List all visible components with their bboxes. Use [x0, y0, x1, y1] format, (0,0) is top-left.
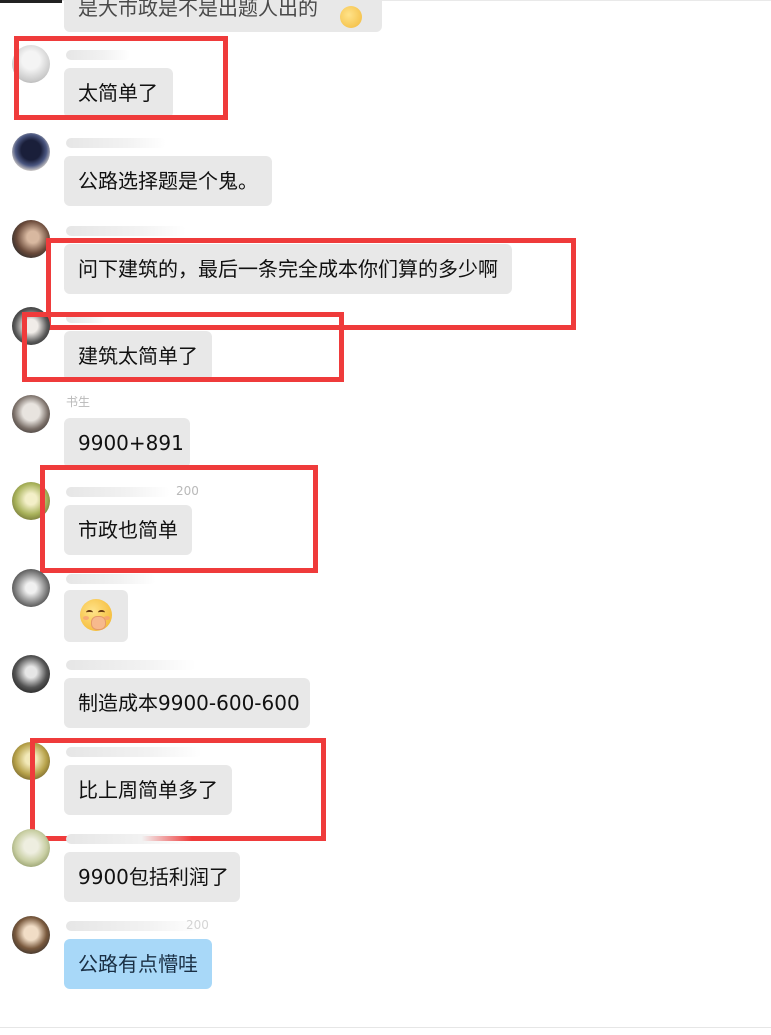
message-text: 公路有点懵哇: [78, 952, 198, 976]
message-text: 比上周简单多了: [78, 778, 218, 802]
message-bubble[interactable]: [64, 590, 128, 642]
message-text: 9900+891: [78, 431, 184, 455]
avatar[interactable]: [12, 220, 50, 258]
message-text-partial: 是大市政是不是出题人出的: [78, 0, 318, 20]
sender-name: [66, 830, 206, 846]
message-bubble[interactable]: 公路选择题是个鬼。: [64, 156, 272, 206]
top-tab-indicator: [0, 0, 62, 3]
message-text: 市政也简单: [78, 518, 178, 542]
message-bubble[interactable]: 9900+891: [64, 418, 190, 468]
laughing-emoji-icon: [340, 6, 362, 28]
avatar[interactable]: [12, 569, 50, 607]
message-text: 制造成本9900-600-600: [78, 691, 300, 715]
sender-name: [66, 46, 206, 62]
message-text: 建筑太简单了: [78, 344, 198, 368]
shushing-face-emoji-icon: [80, 599, 112, 631]
message-bubble[interactable]: 公路有点懵哇: [64, 939, 212, 989]
avatar[interactable]: [12, 45, 50, 83]
avatar[interactable]: [12, 482, 50, 520]
message-text: 问下建筑的，最后一条完全成本你们算的多少啊: [78, 257, 498, 281]
sender-name: [66, 134, 206, 150]
avatar[interactable]: [12, 307, 50, 345]
sender-name: 书生: [66, 394, 206, 410]
message-bubble[interactable]: 制造成本9900-600-600: [64, 678, 310, 728]
message-text: 9900包括利润了: [78, 865, 229, 889]
avatar[interactable]: [12, 133, 50, 171]
sender-name: [66, 570, 206, 586]
message-bubble[interactable]: 9900包括利润了: [64, 852, 240, 902]
avatar[interactable]: [12, 655, 50, 693]
avatar[interactable]: [12, 829, 50, 867]
bottom-divider: [0, 1027, 771, 1028]
message-bubble[interactable]: 太简单了: [64, 68, 173, 118]
sender-name-fragment: 200: [186, 918, 209, 932]
message-text: 太简单了: [78, 81, 158, 105]
sender-name: [66, 656, 206, 672]
avatar[interactable]: [12, 742, 50, 780]
sender-name: [66, 309, 206, 325]
sender-name-fragment: 书生: [66, 395, 91, 409]
avatar[interactable]: [12, 916, 50, 954]
sender-name: [66, 743, 206, 759]
sender-name: [66, 222, 206, 238]
sender-name: 200: [66, 917, 216, 933]
message-text: 公路选择题是个鬼。: [78, 169, 258, 193]
sender-name: 200: [66, 483, 216, 499]
sender-name-fragment: 200: [176, 484, 199, 498]
message-bubble[interactable]: 建筑太简单了: [64, 331, 212, 381]
message-bubble[interactable]: 市政也简单: [64, 505, 192, 555]
message-bubble[interactable]: 问下建筑的，最后一条完全成本你们算的多少啊: [64, 244, 512, 294]
message-bubble[interactable]: 比上周简单多了: [64, 765, 232, 815]
avatar[interactable]: [12, 395, 50, 433]
